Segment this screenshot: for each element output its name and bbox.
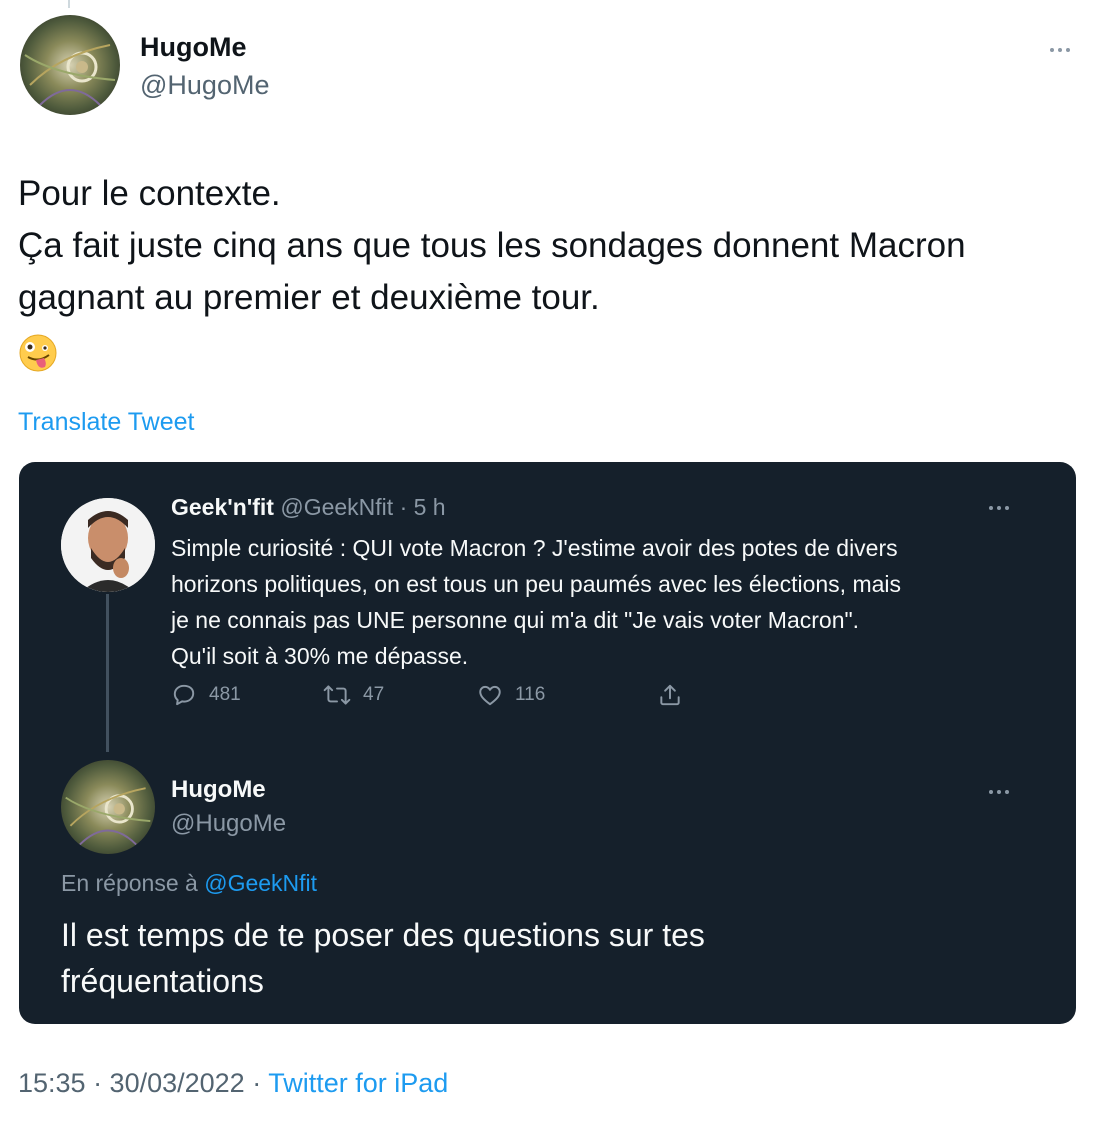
tweet-timestamp[interactable]: 15:35 · 30/03/2022 · [18,1068,268,1098]
tweet-text-line: Pour le contexte. [18,174,281,213]
tweet-source-link[interactable]: Twitter for iPad [268,1068,448,1098]
reply-button[interactable]: 481 [171,682,241,708]
thread-connector [68,0,70,8]
author-name[interactable]: HugoMe [140,32,246,63]
replying-to: En réponse à @GeekNfit [61,870,317,897]
author-avatar[interactable] [20,15,120,115]
quoted-author-avatar[interactable] [61,498,155,592]
like-button[interactable]: 116 [477,682,545,708]
dot-icon [989,790,993,794]
quoted-tweet-age: · 5 h [399,494,446,520]
tweet-footer: 15:35 · 30/03/2022 · Twitter for iPad [18,1068,448,1099]
reply-text-line: Il est temps de te poser des questions s… [61,917,705,953]
tweet-text-line: gagnant au premier et deuxième tour. [18,278,600,317]
retweet-count: 47 [363,684,385,705]
share-button[interactable] [657,682,683,708]
thread-line [106,594,109,752]
dot-icon [1058,48,1062,52]
quoted-author-handle[interactable]: @GeekNfit [280,494,393,520]
dot-icon [1005,790,1009,794]
quoted-tweet-text: Simple curiosité : QUI vote Macron ? J'e… [171,530,1031,674]
quoted-text-line: Simple curiosité : QUI vote Macron ? J'e… [171,535,898,561]
quoted-tweet-header: Geek'n'fit @GeekNfit · 5 h [171,494,446,521]
reply-author-handle[interactable]: @HugoMe [171,810,286,838]
replying-to-prefix: En réponse à [61,870,205,896]
heart-icon [479,685,501,706]
quoted-text-line: je ne connais pas UNE personne qui m'a d… [171,607,860,633]
reply-author-name[interactable]: HugoMe [171,776,266,804]
like-count: 116 [515,684,546,705]
replying-to-mention[interactable]: @GeekNfit [204,870,317,896]
dot-icon [1005,506,1009,510]
share-icon [660,684,680,706]
retweet-icon [323,685,351,705]
dot-icon [1066,48,1070,52]
quoted-thread-card[interactable]: Geek'n'fit @GeekNfit · 5 h Simple curios… [19,462,1076,1024]
quoted-text-line: horizons politiques, on est tous un peu … [171,571,902,597]
tweet-text-line: Ça fait juste cinq ans que tous les sond… [18,226,966,265]
reply-text: Il est temps de te poser des questions s… [61,912,1041,1004]
dot-icon [989,506,993,510]
author-handle[interactable]: @HugoMe [140,70,269,101]
reply-author-avatar[interactable] [61,760,155,854]
reply-icon [173,684,195,706]
quoted-author-name[interactable]: Geek'n'fit [171,494,274,520]
more-options-button[interactable] [1050,48,1070,52]
translate-tweet-link[interactable]: Translate Tweet [18,408,194,437]
reply-text-line: fréquentations [61,963,264,999]
reply-count: 481 [209,684,241,705]
dot-icon [997,790,1001,794]
quoted-tweet-actions: 481 47 116 [171,682,711,716]
quoted-more-options-button[interactable] [989,506,1009,510]
reply-more-options-button[interactable] [989,790,1009,794]
dot-icon [997,506,1001,510]
quoted-text-line: Qu'il soit à 30% me dépasse. [171,643,469,669]
retweet-button[interactable]: 47 [323,682,384,708]
zany-face-emoji-icon [18,333,58,373]
dot-icon [1050,48,1054,52]
tweet-text: Pour le contexte. Ça fait juste cinq ans… [18,168,1078,376]
